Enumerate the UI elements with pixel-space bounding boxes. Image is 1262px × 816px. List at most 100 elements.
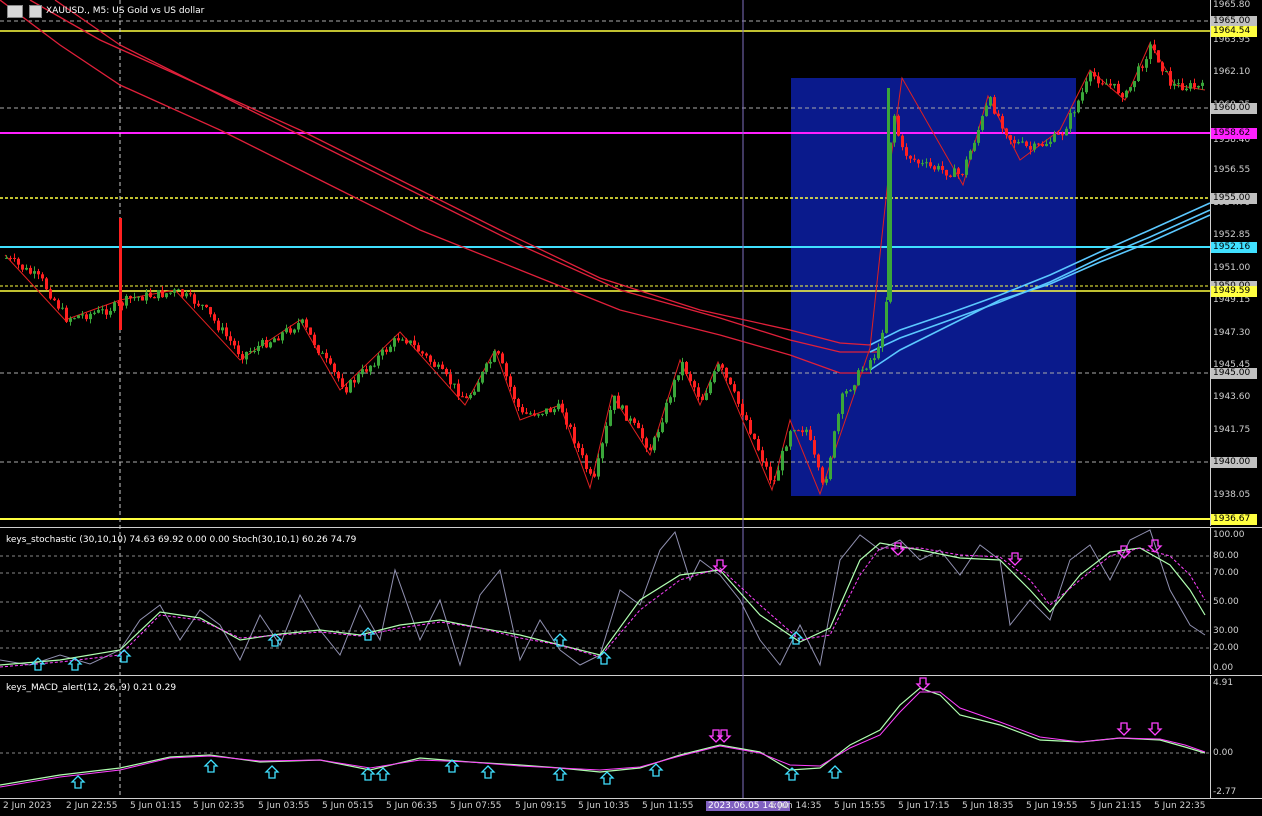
candle-body (1001, 116, 1004, 129)
candle-body (1029, 146, 1032, 150)
candle-body (29, 267, 32, 274)
candle-body (385, 349, 388, 352)
candle-body (453, 383, 456, 385)
candle-body (1073, 112, 1076, 114)
price-level-badge[interactable]: 1936.67 (1211, 514, 1257, 525)
candle-body (761, 450, 764, 462)
candle-body (613, 395, 616, 411)
candle-body (937, 165, 940, 170)
candle-body (189, 293, 192, 295)
candle-body (693, 381, 696, 388)
candle-body (285, 328, 288, 333)
price-level-badge[interactable]: 1955.00 (1211, 193, 1257, 204)
candle-body (1141, 66, 1144, 68)
candle-body (317, 345, 320, 354)
stochastic-tick-label: 50.00 (1213, 597, 1239, 607)
candle-body (281, 332, 284, 341)
candle-body (1201, 82, 1204, 86)
candle-body (609, 410, 612, 426)
candle-body (649, 447, 652, 451)
candle-body (165, 293, 168, 298)
buy-arrow-icon (264, 765, 280, 779)
price-tick-label: 1938.05 (1213, 490, 1251, 500)
candle-body (225, 327, 228, 337)
price-level-badge[interactable]: 1952.16 (1211, 242, 1257, 253)
candle-body (293, 329, 296, 333)
candle-body (977, 129, 980, 143)
candle-body (581, 448, 584, 456)
candle-body (1025, 141, 1028, 147)
candle-body (1013, 139, 1016, 144)
time-tick-label: 5 Jun 19:55 (1026, 801, 1078, 811)
candle-body (801, 430, 804, 433)
candle-body (857, 370, 860, 386)
candle-body (589, 469, 592, 474)
candle-body (865, 368, 868, 370)
price-level-badge[interactable]: 1960.00 (1211, 103, 1257, 114)
candle-body (445, 368, 448, 375)
candle-body (341, 378, 344, 388)
buy-arrow-icon (375, 767, 391, 781)
candle-body (153, 297, 156, 299)
candle-body (1053, 133, 1056, 142)
buy-arrow-icon (480, 765, 496, 779)
candle-body (853, 385, 856, 391)
time-tick-label: 5 Jun 06:35 (386, 801, 438, 811)
candle-body (965, 159, 968, 175)
candle-body (953, 168, 956, 177)
candle-body (301, 319, 304, 323)
candle-body (549, 408, 552, 413)
candle-body (345, 387, 348, 393)
candle-body (1021, 141, 1024, 143)
candle-body (645, 438, 648, 448)
candle-body (313, 334, 316, 346)
candle-body (981, 116, 984, 130)
candle-body (1117, 83, 1120, 94)
chart-menu-icon[interactable] (7, 5, 23, 18)
candle-body (57, 300, 60, 309)
price-level-badge[interactable]: 1949.59 (1211, 286, 1257, 297)
candle-body (49, 289, 52, 299)
candle-body (997, 113, 1000, 117)
candle-body (465, 396, 468, 399)
candle-body (513, 386, 516, 400)
candle-body (145, 292, 148, 301)
candle-body (789, 431, 792, 447)
candle-body (805, 429, 808, 433)
candle-body (1189, 83, 1192, 89)
candle-body (277, 338, 280, 341)
candle-body (461, 396, 464, 398)
candle-body (105, 309, 108, 315)
price-level-badge[interactable]: 1964.54 (1211, 26, 1257, 37)
candle-body (697, 387, 700, 397)
candle-body (677, 375, 680, 381)
candle-body (509, 376, 512, 387)
candle-body (993, 97, 996, 114)
candle-body (525, 412, 528, 414)
candle-body (1165, 71, 1168, 73)
candle-body (97, 309, 100, 313)
candle-body (561, 403, 564, 413)
candle-body (913, 158, 916, 160)
time-tick-label: 5 Jun 18:35 (962, 801, 1014, 811)
candle-body (25, 267, 28, 270)
stochastic-tick-label: 70.00 (1213, 568, 1239, 578)
time-tick-label: 5 Jun 15:55 (834, 801, 886, 811)
candle-body (393, 338, 396, 347)
price-level-badge[interactable]: 1945.00 (1211, 368, 1257, 379)
one-click-trading-icon[interactable] (29, 5, 42, 18)
price-level-badge[interactable]: 1958.62 (1211, 128, 1257, 139)
candle-body (1005, 128, 1008, 136)
stochastic-raw-line (0, 529, 1206, 667)
price-level-badge[interactable]: 1940.00 (1211, 457, 1257, 468)
candle-body (289, 328, 292, 333)
candle-body (81, 314, 84, 316)
candle-body (1113, 83, 1116, 86)
candle-body (537, 414, 540, 416)
candle-body (617, 395, 620, 409)
candle-body (1041, 143, 1044, 147)
candle-body (545, 408, 548, 414)
candle-body (193, 294, 196, 304)
candle-body (585, 455, 588, 470)
candle-body (785, 446, 788, 451)
